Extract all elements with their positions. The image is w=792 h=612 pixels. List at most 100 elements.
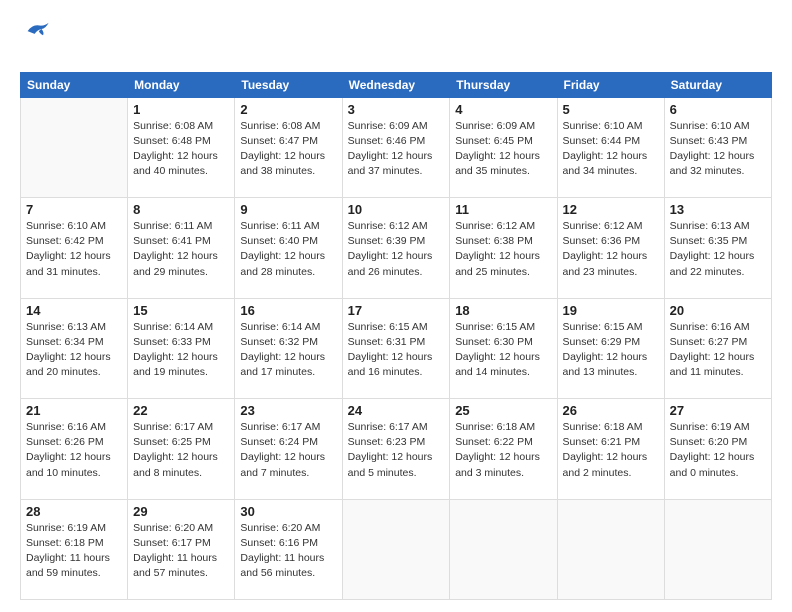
day-number: 6 (670, 102, 766, 117)
day-info: Sunrise: 6:18 AM Sunset: 6:22 PM Dayligh… (455, 420, 551, 481)
day-number: 3 (348, 102, 445, 117)
calendar-week-row: 28 Sunrise: 6:19 AM Sunset: 6:18 PM Dayli… (21, 499, 772, 600)
weekday-header-cell: Friday (557, 72, 664, 97)
calendar-cell: 21 Sunrise: 6:16 AM Sunset: 6:26 PM Dayli… (21, 399, 128, 500)
day-number: 20 (670, 303, 766, 318)
day-number: 18 (455, 303, 551, 318)
weekday-header-row: SundayMondayTuesdayWednesdayThursdayFrid… (21, 72, 772, 97)
calendar-cell: 30Sunrise: 6:20 AM Sunset: 6:16 PM Dayli… (235, 499, 342, 600)
day-info: Sunrise: 6:09 AM Sunset: 6:46 PM Dayligh… (348, 119, 445, 180)
calendar-cell: 6 Sunrise: 6:10 AM Sunset: 6:43 PM Daylig… (664, 97, 771, 198)
day-info: Sunrise: 6:09 AM Sunset: 6:45 PM Dayligh… (455, 119, 551, 180)
weekday-header-cell: Wednesday (342, 72, 450, 97)
day-info: Sunrise: 6:10 AM Sunset: 6:44 PM Dayligh… (563, 119, 659, 180)
day-info: Sunrise: 6:16 AM Sunset: 6:27 PM Dayligh… (670, 320, 766, 381)
calendar-cell: 28 Sunrise: 6:19 AM Sunset: 6:18 PM Dayli… (21, 499, 128, 600)
calendar-cell: 20 Sunrise: 6:16 AM Sunset: 6:27 PM Dayli… (664, 298, 771, 399)
day-info: Sunrise: 6:19 AM Sunset: 6:18 PM Dayligh… (26, 521, 122, 582)
weekday-header-cell: Sunday (21, 72, 128, 97)
calendar-cell: 8 Sunrise: 6:11 AM Sunset: 6:41 PM Daylig… (128, 198, 235, 299)
calendar-cell: 14 Sunrise: 6:13 AM Sunset: 6:34 PM Dayli… (21, 298, 128, 399)
day-number: 9 (240, 202, 336, 217)
calendar-week-row: 21 Sunrise: 6:16 AM Sunset: 6:26 PM Dayli… (21, 399, 772, 500)
day-number: 23 (240, 403, 336, 418)
day-number: 17 (348, 303, 445, 318)
day-info: Sunrise: 6:20 AM Sunset: 6:17 PM Dayligh… (133, 521, 229, 582)
day-number: 29 (133, 504, 229, 519)
day-number: 12 (563, 202, 659, 217)
day-info: Sunrise: 6:15 AM Sunset: 6:29 PM Dayligh… (563, 320, 659, 381)
day-info: Sunrise: 6:14 AM Sunset: 6:33 PM Dayligh… (133, 320, 229, 381)
weekday-header-cell: Monday (128, 72, 235, 97)
day-info: Sunrise: 6:10 AM Sunset: 6:43 PM Dayligh… (670, 119, 766, 180)
day-info: Sunrise: 6:17 AM Sunset: 6:25 PM Dayligh… (133, 420, 229, 481)
calendar-body: 1 Sunrise: 6:08 AM Sunset: 6:48 PM Daylig… (21, 97, 772, 600)
day-number: 16 (240, 303, 336, 318)
day-number: 15 (133, 303, 229, 318)
day-number: 28 (26, 504, 122, 519)
calendar-week-row: 1 Sunrise: 6:08 AM Sunset: 6:48 PM Daylig… (21, 97, 772, 198)
calendar-cell: 11Sunrise: 6:12 AM Sunset: 6:38 PM Dayli… (450, 198, 557, 299)
day-number: 5 (563, 102, 659, 117)
calendar-table: SundayMondayTuesdayWednesdayThursdayFrid… (20, 72, 772, 601)
calendar-cell: 3 Sunrise: 6:09 AM Sunset: 6:46 PM Daylig… (342, 97, 450, 198)
logo-text (20, 45, 50, 62)
day-number: 4 (455, 102, 551, 117)
logo-icon (22, 18, 50, 40)
calendar-cell: 22 Sunrise: 6:17 AM Sunset: 6:25 PM Dayli… (128, 399, 235, 500)
day-info: Sunrise: 6:14 AM Sunset: 6:32 PM Dayligh… (240, 320, 336, 381)
day-info: Sunrise: 6:08 AM Sunset: 6:48 PM Dayligh… (133, 119, 229, 180)
day-info: Sunrise: 6:13 AM Sunset: 6:35 PM Dayligh… (670, 219, 766, 280)
calendar-cell: 23 Sunrise: 6:17 AM Sunset: 6:24 PM Dayli… (235, 399, 342, 500)
day-info: Sunrise: 6:19 AM Sunset: 6:20 PM Dayligh… (670, 420, 766, 481)
day-info: Sunrise: 6:11 AM Sunset: 6:40 PM Dayligh… (240, 219, 336, 280)
day-number: 30 (240, 504, 336, 519)
day-number: 8 (133, 202, 229, 217)
calendar-cell (342, 499, 450, 600)
day-info: Sunrise: 6:16 AM Sunset: 6:26 PM Dayligh… (26, 420, 122, 481)
day-info: Sunrise: 6:15 AM Sunset: 6:31 PM Dayligh… (348, 320, 445, 381)
day-number: 1 (133, 102, 229, 117)
day-info: Sunrise: 6:17 AM Sunset: 6:23 PM Dayligh… (348, 420, 445, 481)
day-number: 10 (348, 202, 445, 217)
day-number: 19 (563, 303, 659, 318)
day-number: 26 (563, 403, 659, 418)
day-info: Sunrise: 6:12 AM Sunset: 6:36 PM Dayligh… (563, 219, 659, 280)
header (20, 18, 772, 62)
day-number: 7 (26, 202, 122, 217)
weekday-header-cell: Saturday (664, 72, 771, 97)
calendar-cell: 27 Sunrise: 6:19 AM Sunset: 6:20 PM Dayli… (664, 399, 771, 500)
calendar-cell: 17 Sunrise: 6:15 AM Sunset: 6:31 PM Dayli… (342, 298, 450, 399)
day-number: 27 (670, 403, 766, 418)
calendar-cell: 29 Sunrise: 6:20 AM Sunset: 6:17 PM Dayli… (128, 499, 235, 600)
day-number: 22 (133, 403, 229, 418)
calendar-cell: 2Sunrise: 6:08 AM Sunset: 6:47 PM Daylig… (235, 97, 342, 198)
calendar-cell: 4 Sunrise: 6:09 AM Sunset: 6:45 PM Daylig… (450, 97, 557, 198)
calendar-cell: 18Sunrise: 6:15 AM Sunset: 6:30 PM Dayli… (450, 298, 557, 399)
day-info: Sunrise: 6:11 AM Sunset: 6:41 PM Dayligh… (133, 219, 229, 280)
calendar-week-row: 7Sunrise: 6:10 AM Sunset: 6:42 PM Daylig… (21, 198, 772, 299)
day-info: Sunrise: 6:12 AM Sunset: 6:39 PM Dayligh… (348, 219, 445, 280)
calendar-cell: 26Sunrise: 6:18 AM Sunset: 6:21 PM Dayli… (557, 399, 664, 500)
day-info: Sunrise: 6:13 AM Sunset: 6:34 PM Dayligh… (26, 320, 122, 381)
day-info: Sunrise: 6:17 AM Sunset: 6:24 PM Dayligh… (240, 420, 336, 481)
day-info: Sunrise: 6:08 AM Sunset: 6:47 PM Dayligh… (240, 119, 336, 180)
calendar-week-row: 14 Sunrise: 6:13 AM Sunset: 6:34 PM Dayli… (21, 298, 772, 399)
calendar-cell: 9 Sunrise: 6:11 AM Sunset: 6:40 PM Daylig… (235, 198, 342, 299)
calendar-cell: 16 Sunrise: 6:14 AM Sunset: 6:32 PM Dayli… (235, 298, 342, 399)
weekday-header-cell: Tuesday (235, 72, 342, 97)
calendar-cell: 15 Sunrise: 6:14 AM Sunset: 6:33 PM Dayli… (128, 298, 235, 399)
calendar-cell: 24 Sunrise: 6:17 AM Sunset: 6:23 PM Dayli… (342, 399, 450, 500)
calendar-cell (664, 499, 771, 600)
calendar-cell (21, 97, 128, 198)
day-number: 13 (670, 202, 766, 217)
calendar-cell (557, 499, 664, 600)
page: SundayMondayTuesdayWednesdayThursdayFrid… (0, 0, 792, 612)
day-number: 14 (26, 303, 122, 318)
day-number: 24 (348, 403, 445, 418)
day-number: 21 (26, 403, 122, 418)
calendar-cell: 5 Sunrise: 6:10 AM Sunset: 6:44 PM Daylig… (557, 97, 664, 198)
calendar-cell: 1 Sunrise: 6:08 AM Sunset: 6:48 PM Daylig… (128, 97, 235, 198)
calendar-cell: 12 Sunrise: 6:12 AM Sunset: 6:36 PM Dayli… (557, 198, 664, 299)
calendar-cell (450, 499, 557, 600)
